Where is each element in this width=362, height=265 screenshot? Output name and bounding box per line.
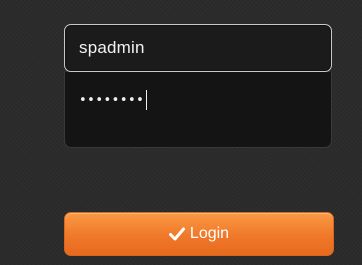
login-button[interactable]: Login: [64, 212, 334, 256]
text-cursor: [146, 90, 148, 110]
credentials-field-group: spadmin ••••••••: [64, 24, 334, 148]
login-button-label: Login: [189, 225, 230, 242]
username-value: spadmin: [79, 38, 145, 57]
username-field[interactable]: spadmin: [64, 24, 332, 72]
password-masked-value: ••••••••: [79, 92, 145, 108]
password-row: ••••••••: [79, 88, 331, 112]
check-icon: [168, 227, 185, 241]
password-field[interactable]: ••••••••: [64, 72, 332, 148]
login-panel: spadmin •••••••• Login: [0, 0, 362, 265]
